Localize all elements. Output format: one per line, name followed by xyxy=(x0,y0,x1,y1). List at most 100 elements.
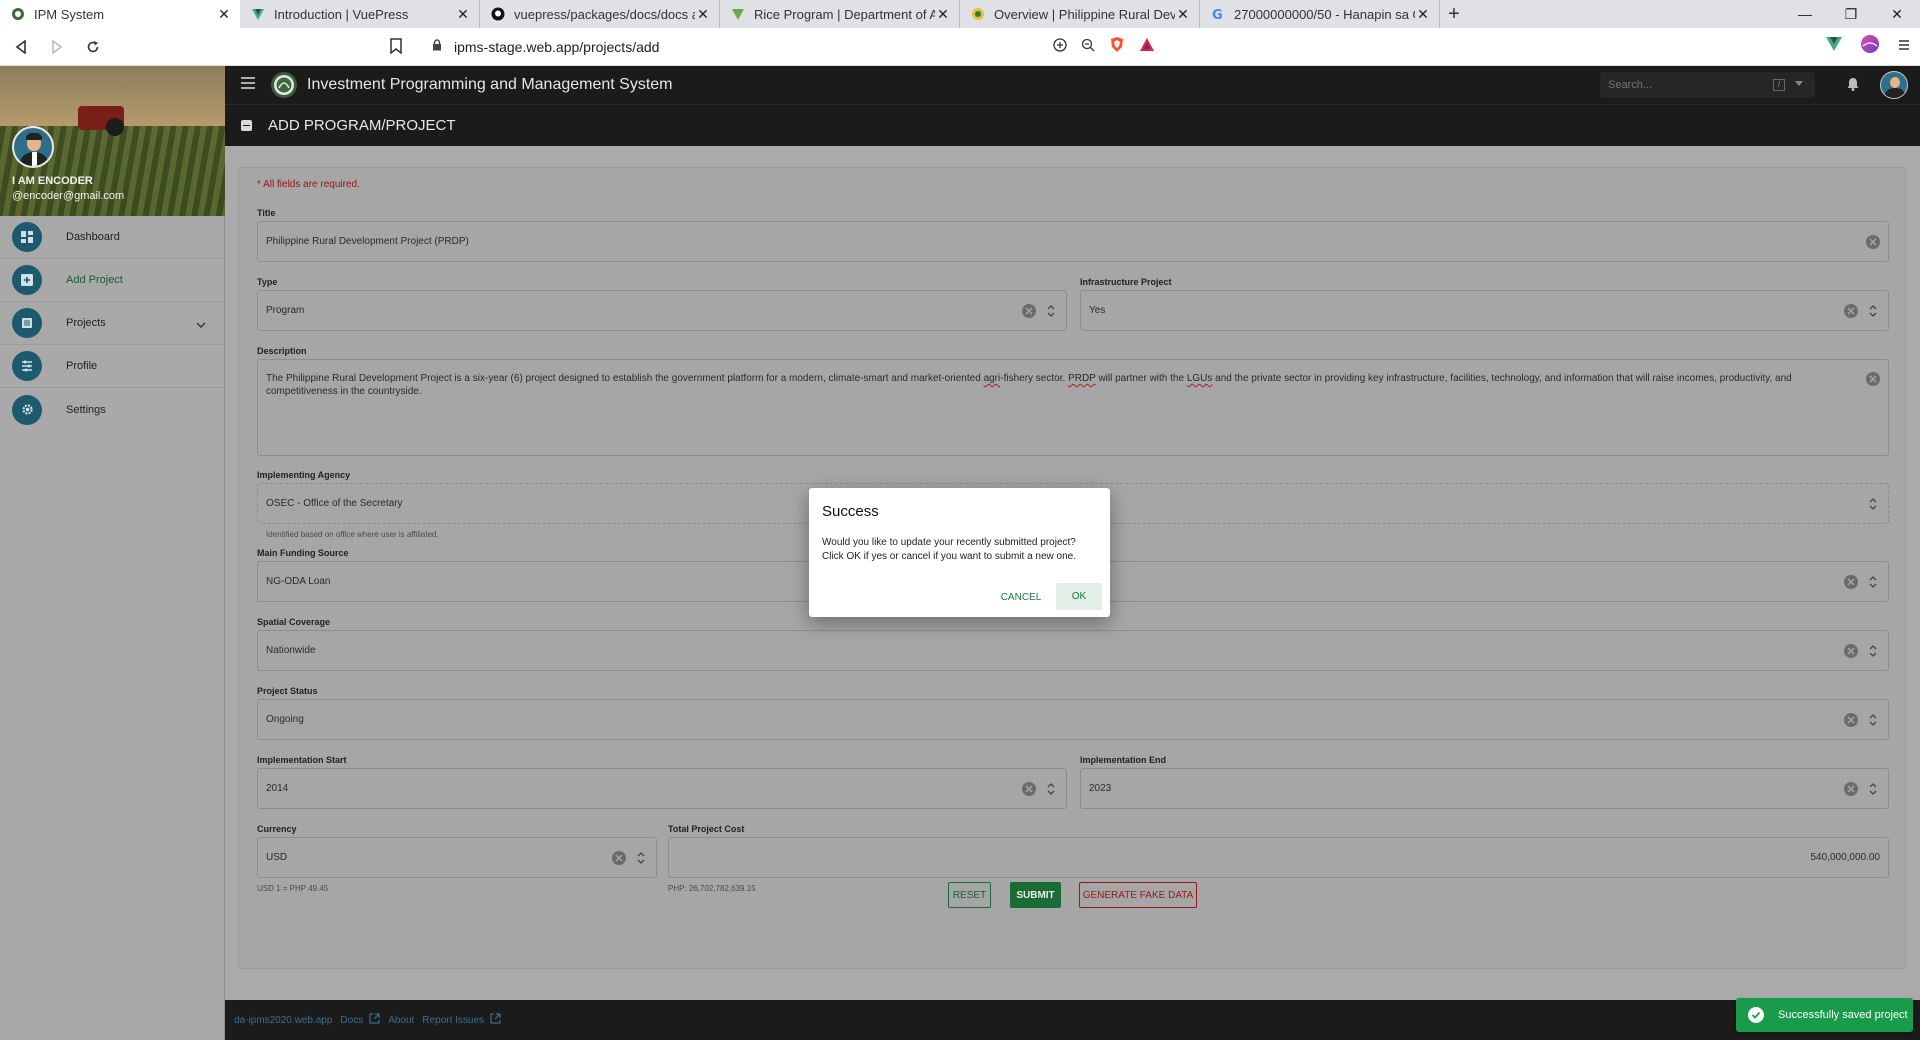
close-tab-icon[interactable]: ✕ xyxy=(216,6,232,23)
profile-avatar-icon[interactable] xyxy=(1860,34,1880,59)
up-down-chevron-icon[interactable] xyxy=(1868,781,1878,797)
description-textarea[interactable]: The Philippine Rural Development Project… xyxy=(257,359,1889,456)
brave-rewards-icon[interactable] xyxy=(1139,37,1155,57)
browser-tab-rice[interactable]: Rice Program | Department of Agr ✕ xyxy=(720,0,960,28)
close-tab-icon[interactable]: ✕ xyxy=(935,6,951,23)
external-link-icon xyxy=(490,1013,501,1027)
sidebar-item-add-project[interactable]: Add Project xyxy=(0,259,224,302)
dialog-message: Would you like to update your recently s… xyxy=(822,537,1076,562)
new-tab-button[interactable]: + xyxy=(1440,0,1468,28)
dialog-title: Success xyxy=(822,503,879,520)
submit-button[interactable]: SUBMIT xyxy=(1010,882,1061,908)
search-shortcut-key: / xyxy=(1773,79,1785,91)
browser-tab-vuepress[interactable]: Introduction | VuePress ✕ xyxy=(240,0,480,28)
hamburger-menu-icon[interactable] xyxy=(241,76,255,94)
sidebar-item-label: Dashboard xyxy=(66,231,120,243)
clear-icon[interactable] xyxy=(1844,713,1858,727)
status-select[interactable]: Ongoing xyxy=(257,699,1889,740)
up-down-chevron-icon[interactable] xyxy=(1868,712,1878,728)
dialog-cancel-button[interactable]: CANCEL xyxy=(996,584,1046,610)
tab-title: vuepress/packages/docs/docs at m xyxy=(514,6,695,22)
description-label: Description xyxy=(257,346,307,356)
zoom-icon[interactable] xyxy=(1081,38,1095,57)
reset-button[interactable]: RESET xyxy=(948,882,991,908)
global-search[interactable]: / xyxy=(1600,72,1815,98)
total-cost-input[interactable]: 540,000,000.00 xyxy=(668,837,1889,878)
user-avatar[interactable] xyxy=(12,126,54,168)
browser-menu-icon[interactable] xyxy=(1898,38,1910,56)
spatial-label: Spatial Coverage xyxy=(257,617,331,627)
extensions-area xyxy=(1826,34,1910,59)
up-down-chevron-icon xyxy=(1869,498,1877,510)
up-down-chevron-icon[interactable] xyxy=(1868,303,1878,319)
add-site-icon[interactable] xyxy=(1053,37,1067,57)
footer-about-link[interactable]: About xyxy=(388,1015,414,1026)
close-tab-icon[interactable]: ✕ xyxy=(1175,6,1191,23)
type-label: Type xyxy=(257,277,278,287)
chevron-down-icon[interactable] xyxy=(196,316,206,334)
up-down-chevron-icon[interactable] xyxy=(1046,303,1056,319)
up-down-chevron-icon[interactable] xyxy=(636,850,646,866)
search-input[interactable] xyxy=(1608,79,1768,91)
svg-text:G: G xyxy=(1212,8,1223,21)
vue-devtools-icon[interactable] xyxy=(1826,37,1842,56)
dialog-ok-button[interactable]: OK xyxy=(1056,583,1102,610)
bell-icon[interactable] xyxy=(1847,77,1859,96)
clear-icon[interactable] xyxy=(1844,575,1858,589)
title-field[interactable]: Philippine Rural Development Project (PR… xyxy=(257,221,1889,262)
clear-icon[interactable] xyxy=(1866,372,1880,386)
browser-tab-prdp[interactable]: Overview | Philippine Rural Develo ✕ xyxy=(960,0,1200,28)
tab-title: Overview | Philippine Rural Develo xyxy=(994,6,1175,22)
impl-start-select[interactable]: 2014 xyxy=(257,768,1067,809)
back-button[interactable] xyxy=(6,32,36,62)
clear-icon[interactable] xyxy=(1844,304,1858,318)
clear-icon[interactable] xyxy=(1022,304,1036,318)
brave-shield-icon[interactable] xyxy=(1109,36,1125,58)
sidebar-item-dashboard[interactable]: Dashboard xyxy=(0,216,224,259)
restore-icon[interactable]: ❐ xyxy=(1828,0,1874,28)
sidebar-item-label: Settings xyxy=(66,403,106,416)
browser-tab-ipm[interactable]: IPM System ✕ xyxy=(0,0,240,28)
type-select[interactable]: Program xyxy=(257,290,1067,331)
forward-button[interactable] xyxy=(42,32,72,62)
currency-select[interactable]: USD xyxy=(257,837,657,878)
bookmark-icon[interactable] xyxy=(390,38,402,59)
currency-label: Currency xyxy=(257,824,297,834)
impl-end-select[interactable]: 2023 xyxy=(1080,768,1889,809)
clear-icon[interactable] xyxy=(1866,235,1880,249)
up-down-chevron-icon[interactable] xyxy=(1046,781,1056,797)
generate-fake-data-button[interactable]: GENERATE FAKE DATA xyxy=(1079,882,1197,908)
clear-icon[interactable] xyxy=(1844,644,1858,658)
collapse-icon[interactable] xyxy=(241,120,252,131)
sidebar-item-profile[interactable]: Profile xyxy=(0,345,224,388)
window-controls: — ❐ ✕ xyxy=(1782,0,1920,28)
footer-report-link[interactable]: Report Issues xyxy=(422,1013,501,1027)
success-dialog: Success Would you like to update your re… xyxy=(809,488,1110,617)
clear-icon[interactable] xyxy=(1844,782,1858,796)
browser-tab-strip: IPM System ✕ Introduction | VuePress ✕ v… xyxy=(0,0,1920,28)
footer-site-link[interactable]: da-ipms2020.web.app xyxy=(234,1015,332,1026)
up-down-chevron-icon[interactable] xyxy=(1868,643,1878,659)
omnibox[interactable]: ipms-stage.web.app/projects/add xyxy=(422,33,1540,61)
reload-button[interactable] xyxy=(78,32,108,62)
agency-hint: Identified based on office where user is… xyxy=(266,530,439,539)
browser-tab-github[interactable]: vuepress/packages/docs/docs at m ✕ xyxy=(480,0,720,28)
external-link-icon xyxy=(369,1013,380,1027)
sidebar-item-settings[interactable]: Settings xyxy=(0,388,224,431)
minimize-icon[interactable]: — xyxy=(1782,0,1828,28)
clear-icon[interactable] xyxy=(612,851,626,865)
spatial-select[interactable]: Nationwide xyxy=(257,630,1889,671)
close-tab-icon[interactable]: ✕ xyxy=(1415,6,1431,23)
close-tab-icon[interactable]: ✕ xyxy=(455,6,471,23)
footer-docs-link[interactable]: Docs xyxy=(340,1013,380,1027)
infrastructure-select[interactable]: Yes xyxy=(1080,290,1889,331)
browser-tab-google[interactable]: G 27000000000/50 - Hanapin sa Goo ✕ xyxy=(1200,0,1440,28)
impl-start-value: 2014 xyxy=(266,783,289,794)
header-avatar[interactable] xyxy=(1880,71,1908,99)
close-window-icon[interactable]: ✕ xyxy=(1874,0,1920,28)
close-tab-icon[interactable]: ✕ xyxy=(695,6,711,23)
search-dropdown-icon[interactable] xyxy=(1795,81,1803,86)
clear-icon[interactable] xyxy=(1022,782,1036,796)
sidebar-item-projects[interactable]: Projects xyxy=(0,302,224,345)
up-down-chevron-icon[interactable] xyxy=(1868,574,1878,590)
